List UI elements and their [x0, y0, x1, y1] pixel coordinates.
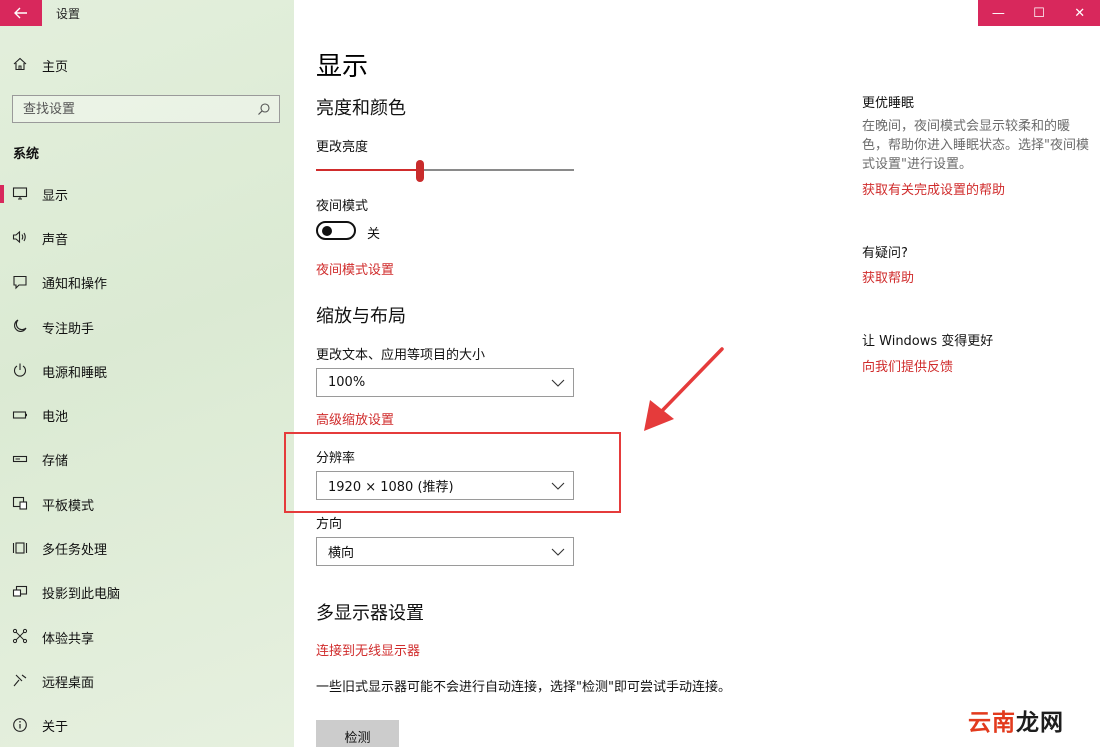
sidebar-item-label: 通知和操作 — [42, 277, 108, 293]
multitask-icon — [12, 540, 30, 558]
back-arrow-icon — [14, 4, 28, 23]
remote-icon — [12, 672, 30, 690]
scale-dropdown[interactable]: 100% — [316, 368, 574, 397]
sidebar-item-label: 多任务处理 — [42, 543, 108, 559]
watermark: 云南 龙网 — [968, 704, 1064, 736]
watermark-text-dark: 龙网 — [1016, 710, 1064, 736]
sidebar-item-multitasking[interactable]: 多任务处理 — [0, 526, 294, 570]
multi-display-description: 一些旧式显示器可能不会进行自动连接，选择"检测"即可尝试手动连接。 — [316, 680, 731, 695]
sidebar-item-label: 显示 — [42, 188, 69, 204]
window-controls: — ☐ ✕ — [978, 0, 1100, 26]
sidebar-item-label: 电池 — [42, 410, 69, 426]
question-title: 有疑问? — [862, 246, 908, 261]
sidebar-item-display[interactable]: 显示 — [0, 172, 294, 216]
brightness-slider-fill — [316, 169, 420, 171]
resolution-label: 分辨率 — [316, 451, 356, 466]
feedback-link[interactable]: 向我们提供反馈 — [862, 356, 953, 375]
search-icon[interactable] — [253, 98, 275, 120]
scale-dropdown-value: 100% — [328, 375, 366, 390]
speaker-icon — [12, 229, 30, 247]
get-help-link[interactable]: 获取帮助 — [862, 267, 914, 286]
maximize-button[interactable]: ☐ — [1019, 0, 1060, 26]
search-box — [12, 95, 280, 123]
moon-icon — [12, 318, 30, 336]
brightness-slider-thumb[interactable] — [416, 160, 424, 182]
detect-button[interactable]: 检测 — [316, 720, 399, 747]
sidebar-item-label: 投影到此电脑 — [42, 587, 121, 603]
feedback-title: 让 Windows 变得更好 — [862, 334, 994, 349]
sidebar-item-shared-experiences[interactable]: 体验共享 — [0, 615, 294, 659]
sidebar-item-label: 体验共享 — [42, 631, 95, 647]
sidebar-item-label: 主页 — [42, 59, 69, 75]
share-icon — [12, 628, 30, 646]
resolution-dropdown[interactable]: 1920 × 1080 (推荐) — [316, 471, 574, 500]
project-icon — [12, 584, 30, 602]
sidebar-item-power-sleep[interactable]: 电源和睡眠 — [0, 349, 294, 393]
sidebar-nav-list: 显示 声音 通知和操作 专注助手 电源和睡眠 电池 存储 平板模式 多任务处理 … — [0, 172, 294, 747]
orientation-label: 方向 — [316, 517, 343, 532]
orientation-dropdown[interactable]: 横向 — [316, 537, 574, 566]
sidebar-item-sound[interactable]: 声音 — [0, 216, 294, 260]
night-mode-toggle-knob — [322, 226, 332, 236]
page-title: 显示 — [316, 52, 369, 82]
setup-help-link[interactable]: 获取有关完成设置的帮助 — [862, 179, 1005, 198]
monitor-icon — [12, 185, 30, 203]
close-button[interactable]: ✕ — [1059, 0, 1100, 26]
tablet-icon — [12, 495, 30, 513]
chevron-down-icon — [543, 538, 573, 565]
sleep-tip-text: 在晚间，夜间模式会显示较柔和的暖色，帮助你进入睡眠状态。选择"夜间模式设置"进行… — [862, 119, 1089, 172]
watermark-text-red: 云南 — [968, 710, 1016, 736]
sidebar-item-label: 关于 — [42, 720, 69, 736]
settings-window: 设置 主页 系统 显示 声 — [0, 0, 1106, 747]
sleep-tip-title: 更优睡眠 — [862, 96, 915, 111]
scale-label: 更改文本、应用等项目的大小 — [316, 348, 486, 363]
sidebar-item-label: 平板模式 — [42, 498, 95, 514]
brightness-slider[interactable] — [316, 160, 574, 182]
night-mode-state: 关 — [367, 227, 381, 242]
sidebar-item-project-to-pc[interactable]: 投影到此电脑 — [0, 571, 294, 615]
sidebar-item-remote-desktop[interactable]: 远程桌面 — [0, 659, 294, 703]
scale-section-title: 缩放与布局 — [316, 306, 406, 327]
sidebar-item-label: 电源和睡眠 — [42, 365, 108, 381]
sidebar-item-notifications[interactable]: 通知和操作 — [0, 261, 294, 305]
power-icon — [12, 362, 30, 380]
sidebar-item-storage[interactable]: 存储 — [0, 438, 294, 482]
sidebar-item-focus-assist[interactable]: 专注助手 — [0, 305, 294, 349]
sidebar-item-home[interactable]: 主页 — [0, 52, 294, 78]
sidebar-item-battery[interactable]: 电池 — [0, 393, 294, 437]
chevron-down-icon — [543, 472, 573, 499]
search-input[interactable] — [13, 96, 253, 122]
multi-display-section-title: 多显示器设置 — [316, 603, 424, 624]
home-icon — [12, 56, 30, 74]
sidebar-item-label: 存储 — [42, 454, 69, 470]
sidebar-section-header: 系统 — [13, 147, 40, 162]
battery-icon — [12, 407, 30, 425]
orientation-dropdown-value: 横向 — [328, 546, 355, 561]
night-mode-label: 夜间模式 — [316, 199, 369, 214]
storage-icon — [12, 451, 30, 469]
sidebar-item-label: 远程桌面 — [42, 675, 95, 691]
sidebar-item-label: 声音 — [42, 232, 69, 248]
brightness-slider-track — [420, 169, 574, 171]
minimize-button[interactable]: — — [978, 0, 1019, 26]
sidebar-item-about[interactable]: 关于 — [0, 704, 294, 747]
sidebar-item-tablet-mode[interactable]: 平板模式 — [0, 482, 294, 526]
info-icon — [12, 717, 30, 735]
window-title: 设置 — [56, 7, 81, 21]
resolution-dropdown-value: 1920 × 1080 (推荐) — [328, 480, 454, 495]
sidebar-item-label: 专注助手 — [42, 321, 95, 337]
sidebar: 设置 主页 系统 显示 声 — [0, 0, 294, 747]
brightness-label: 更改亮度 — [316, 140, 369, 155]
wireless-display-link[interactable]: 连接到无线显示器 — [316, 640, 420, 659]
back-button[interactable] — [0, 0, 42, 26]
notification-icon — [12, 274, 30, 292]
brightness-section-title: 亮度和颜色 — [316, 98, 406, 119]
chevron-down-icon — [543, 369, 573, 396]
advanced-scaling-link[interactable]: 高级缩放设置 — [316, 409, 394, 428]
night-mode-settings-link[interactable]: 夜间模式设置 — [316, 259, 394, 278]
main-content: — ☐ ✕ 显示 亮度和颜色 更改亮度 夜间模式 关 夜间模式设置 缩放与布局 … — [294, 0, 1106, 747]
night-mode-toggle[interactable] — [316, 221, 356, 240]
